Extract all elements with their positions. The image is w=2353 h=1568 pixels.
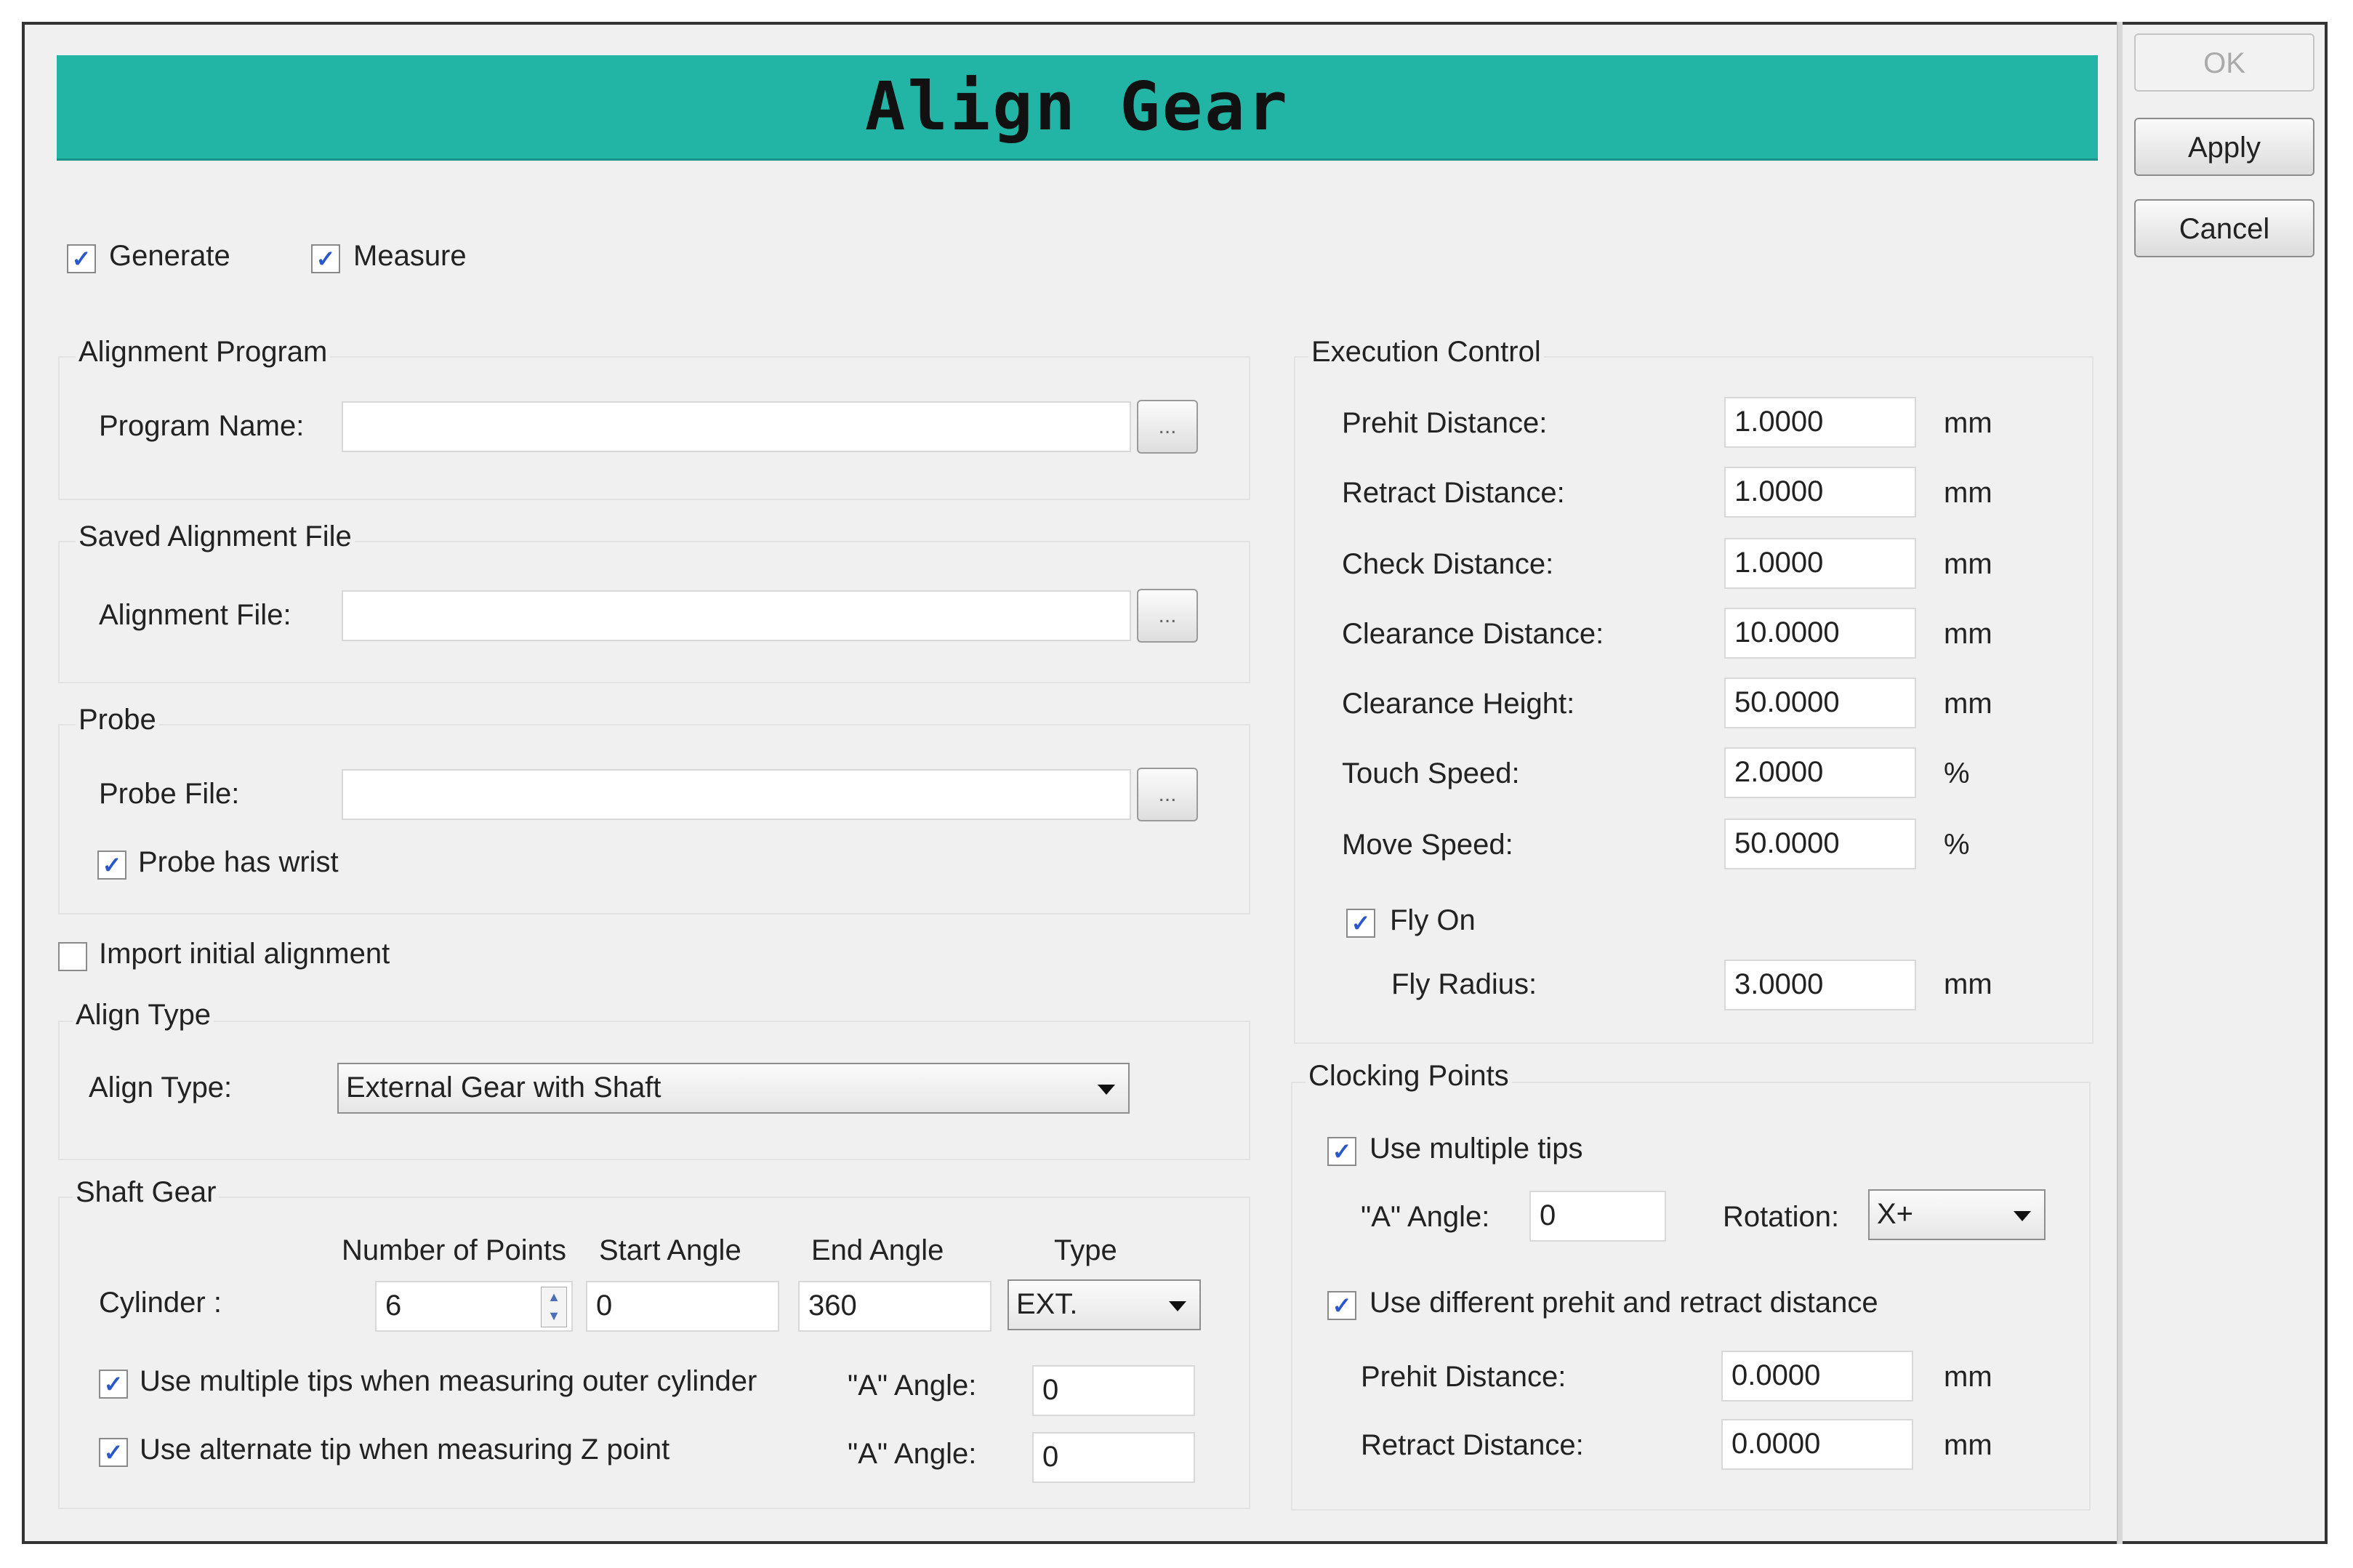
touch-speed-input[interactable]: 2.0000 [1724, 747, 1916, 798]
generate-label: Generate [109, 240, 230, 272]
saved-alignment-group: Saved Alignment File [76, 520, 355, 553]
prehit-distance-unit: mm [1944, 407, 1992, 439]
probe-group: Probe [76, 704, 159, 736]
type-header: Type [1054, 1234, 1117, 1266]
generate-checkbox[interactable]: ✓ [67, 244, 96, 273]
clocking-prehit-label: Prehit Distance: [1361, 1361, 1566, 1393]
move-speed-unit: % [1944, 829, 1970, 861]
fly-radius-input[interactable]: 3.0000 [1724, 960, 1916, 1010]
chevron-down-icon [1169, 1301, 1186, 1311]
a-angle-label-1: "A" Angle: [848, 1370, 977, 1402]
alignment-program-group: Alignment Program [76, 336, 331, 369]
retract-distance-input[interactable]: 1.0000 [1724, 467, 1916, 518]
alignment-file-input[interactable] [342, 590, 1131, 641]
measure-label: Measure [353, 240, 467, 272]
start-angle-input[interactable]: 0 [586, 1281, 779, 1332]
align-type-label: Align Type: [89, 1072, 233, 1103]
measure-checkbox[interactable]: ✓ [311, 244, 340, 273]
a-angle-input-1[interactable]: 0 [1032, 1365, 1195, 1416]
program-browse-button[interactable]: ... [1137, 400, 1198, 454]
type-value: EXT. [1016, 1288, 1078, 1320]
a-angle-input-2[interactable]: 0 [1032, 1432, 1195, 1483]
probe-wrist-checkbox[interactable]: ✓ [97, 851, 126, 880]
program-name-label: Program Name: [99, 410, 305, 442]
clocking-a-angle-label: "A" Angle: [1361, 1201, 1490, 1233]
rotation-label: Rotation: [1723, 1201, 1840, 1233]
check-distance-unit: mm [1944, 548, 1992, 580]
points-value: 6 [385, 1290, 402, 1322]
button-panel-divider [2117, 22, 2123, 1544]
touch-speed-label: Touch Speed: [1342, 757, 1520, 789]
ok-button[interactable]: OK [2134, 33, 2314, 92]
clocking-a-angle-input[interactable]: 0 [1529, 1191, 1666, 1242]
clocking-retract-input[interactable]: 0.0000 [1721, 1419, 1913, 1470]
points-header: Number of Points [342, 1234, 567, 1266]
execution-control-group: Execution Control [1308, 336, 1544, 369]
cancel-button[interactable]: Cancel [2134, 199, 2314, 257]
clocking-multi-tips-label: Use multiple tips [1369, 1133, 1583, 1165]
probe-file-input[interactable] [342, 769, 1131, 820]
fly-on-checkbox[interactable]: ✓ [1346, 909, 1375, 938]
fly-on-label: Fly On [1390, 904, 1476, 936]
check-distance-input[interactable]: 1.0000 [1724, 538, 1916, 589]
clocking-points-group: Clocking Points [1306, 1060, 1512, 1093]
cylinder-label: Cylinder : [99, 1287, 222, 1319]
type-select[interactable]: EXT. [1007, 1279, 1201, 1330]
clearance-distance-unit: mm [1944, 618, 1992, 650]
apply-button[interactable]: Apply [2134, 118, 2314, 176]
clearance-distance-label: Clearance Distance: [1342, 618, 1604, 650]
clocking-retract-label: Retract Distance: [1361, 1429, 1584, 1461]
clearance-height-input[interactable]: 50.0000 [1724, 678, 1916, 728]
multi-tips-outer-checkbox[interactable]: ✓ [99, 1370, 128, 1399]
fly-radius-unit: mm [1944, 968, 1992, 1000]
alt-tip-checkbox[interactable]: ✓ [99, 1438, 128, 1467]
touch-speed-unit: % [1944, 757, 1970, 789]
fly-radius-label: Fly Radius: [1391, 968, 1537, 1000]
probe-browse-button[interactable]: ... [1137, 768, 1198, 821]
rotation-select[interactable]: X+ [1868, 1189, 2046, 1240]
alt-tip-label: Use alternate tip when measuring Z point [140, 1434, 670, 1466]
alignment-browse-button[interactable]: ... [1137, 589, 1198, 643]
dialog-title: Align Gear [865, 68, 1290, 145]
probe-wrist-label: Probe has wrist [138, 846, 339, 878]
move-speed-input[interactable]: 50.0000 [1724, 819, 1916, 869]
clocking-prehit-unit: mm [1944, 1361, 1992, 1393]
clocking-prehit-input[interactable]: 0.0000 [1721, 1351, 1913, 1402]
clearance-distance-input[interactable]: 10.0000 [1724, 608, 1916, 659]
clocking-retract-unit: mm [1944, 1429, 1992, 1461]
probe-file-label: Probe File: [99, 778, 240, 810]
import-alignment-label: Import initial alignment [99, 938, 390, 970]
end-angle-header: End Angle [811, 1234, 944, 1266]
diff-distance-label: Use different prehit and retract distanc… [1369, 1287, 1878, 1319]
start-angle-header: Start Angle [599, 1234, 741, 1266]
alignment-file-label: Alignment File: [99, 599, 291, 631]
align-type-group: Align Type [73, 999, 214, 1032]
clearance-height-unit: mm [1944, 688, 1992, 720]
points-spinner[interactable]: 6 ▲ ▼ [375, 1281, 573, 1332]
prehit-distance-input[interactable]: 1.0000 [1724, 397, 1916, 448]
move-speed-label: Move Speed: [1342, 829, 1513, 861]
clocking-multi-tips-checkbox[interactable]: ✓ [1327, 1137, 1356, 1166]
align-type-value: External Gear with Shaft [346, 1072, 661, 1103]
multi-tips-outer-label: Use multiple tips when measuring outer c… [140, 1365, 757, 1397]
chevron-down-icon [2014, 1211, 2031, 1221]
diff-distance-checkbox[interactable]: ✓ [1327, 1291, 1356, 1320]
a-angle-label-2: "A" Angle: [848, 1438, 977, 1470]
end-angle-input[interactable]: 360 [798, 1281, 992, 1332]
chevron-down-icon [1098, 1085, 1115, 1095]
program-name-input[interactable] [342, 401, 1131, 452]
check-distance-label: Check Distance: [1342, 548, 1554, 580]
retract-distance-label: Retract Distance: [1342, 477, 1565, 509]
spinner-arrows-icon[interactable]: ▲ ▼ [541, 1287, 567, 1327]
shaft-gear-group: Shaft Gear [73, 1176, 220, 1209]
rotation-value: X+ [1877, 1198, 1914, 1230]
prehit-distance-label: Prehit Distance: [1342, 407, 1548, 439]
import-alignment-checkbox[interactable] [58, 942, 87, 971]
retract-distance-unit: mm [1944, 477, 1992, 509]
clearance-height-label: Clearance Height: [1342, 688, 1575, 720]
align-type-select[interactable]: External Gear with Shaft [337, 1063, 1130, 1114]
